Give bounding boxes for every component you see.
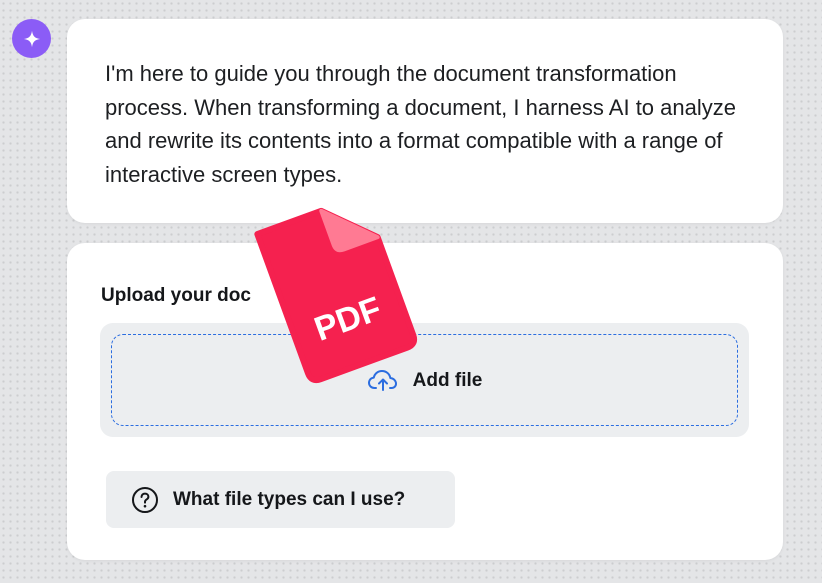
assistant-avatar — [12, 19, 51, 58]
sparkle-icon — [23, 30, 40, 47]
question-circle-icon — [132, 486, 158, 513]
upload-label: Upload your doc — [101, 285, 251, 306]
file-types-help-label: What file types can I use? — [173, 488, 406, 510]
file-types-help-button[interactable]: What file types can I use? — [106, 471, 455, 528]
pdf-file-icon: PDF — [254, 207, 418, 384]
assistant-message-text: I'm here to guide you through the docume… — [105, 61, 736, 187]
